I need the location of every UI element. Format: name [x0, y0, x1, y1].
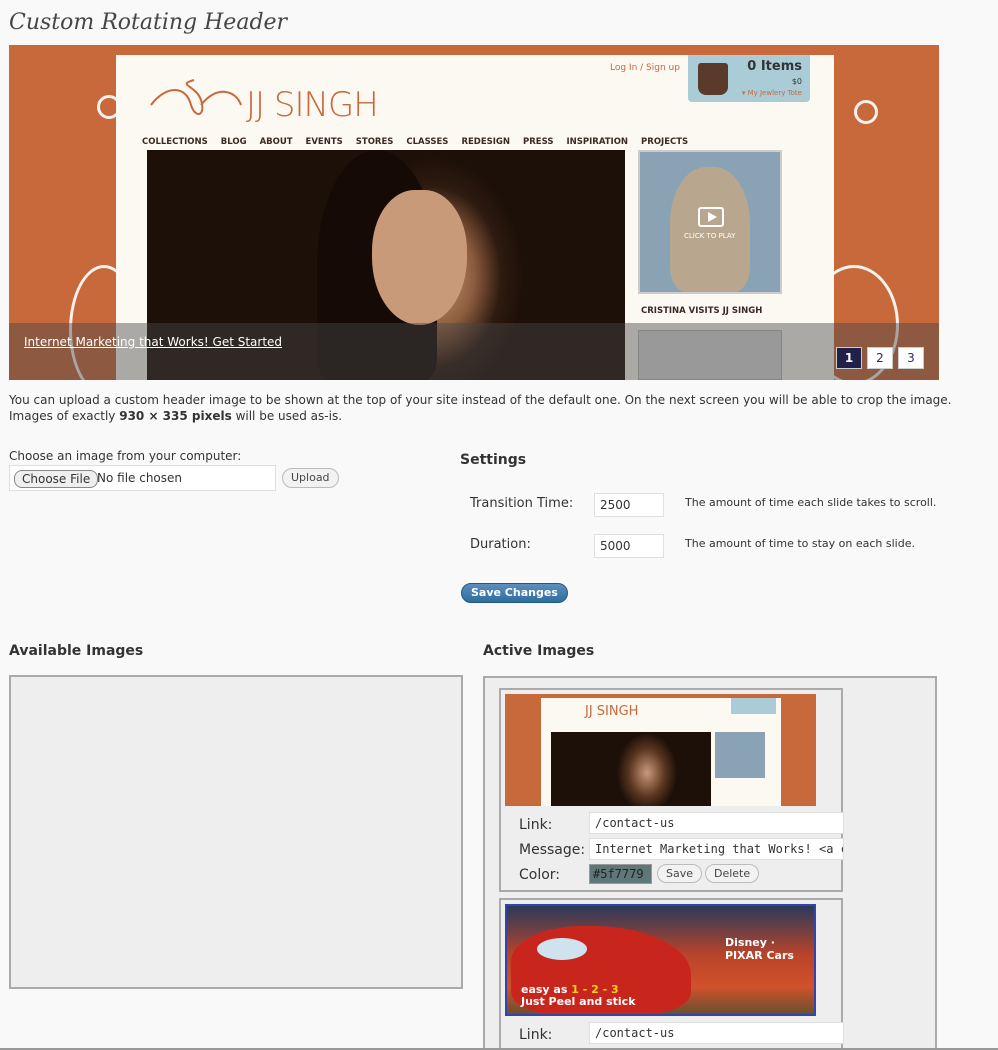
intro-line-2-post: will be used as-is.	[231, 409, 343, 423]
nav-item[interactable]: CLASSES	[406, 137, 448, 147]
save-button[interactable]: Save	[657, 864, 703, 883]
cart-amount: $0	[791, 77, 802, 86]
transition-time-label: Transition Time:	[470, 496, 574, 511]
duration-input[interactable]: 5000	[594, 534, 664, 558]
video-caption: CRISTINA VISITS JJ SINGH	[641, 306, 763, 316]
duration-label: Duration:	[470, 537, 531, 552]
upload-button[interactable]: Upload	[282, 468, 339, 488]
site-logo: JJ SINGH	[246, 85, 379, 125]
intro-line-1: You can upload a custom header image to …	[9, 393, 952, 407]
nav-item[interactable]: BLOG	[221, 137, 247, 147]
message-input[interactable]: Internet Marketing that Works! <a class=…	[589, 838, 844, 860]
active-images-list[interactable]: JJ SINGH Link: /contact-us Message: Inte…	[483, 676, 937, 1050]
color-input[interactable]: #5f7779	[589, 864, 652, 884]
transition-time-help: The amount of time each slide takes to s…	[685, 496, 937, 509]
image-thumbnail[interactable]: JJ SINGH	[505, 694, 816, 806]
thumb-car-windshield	[537, 938, 587, 960]
intro-dimensions: 930 × 335 pixels	[119, 409, 232, 423]
message-label: Message:	[519, 842, 586, 858]
pager-button-2[interactable]: 2	[867, 347, 893, 369]
available-images-list[interactable]	[9, 675, 463, 989]
nav-item[interactable]: EVENTS	[306, 137, 343, 147]
active-image-card[interactable]: Disney · PIXAR Cars easy as 1 - 2 - 3 Ju…	[499, 898, 844, 1050]
link-input[interactable]: /contact-us	[589, 1022, 844, 1044]
link-input[interactable]: /contact-us	[589, 812, 844, 834]
page-title: Custom Rotating Header	[9, 10, 288, 35]
play-icon	[698, 207, 724, 227]
site-nav: COLLECTIONS BLOG ABOUT EVENTS STORES CLA…	[142, 137, 688, 147]
upload-intro: You can upload a custom header image to …	[9, 392, 959, 424]
thumb-brand: Disney · PIXAR Cars	[725, 936, 794, 962]
available-images-title: Available Images	[9, 643, 144, 659]
active-image-card[interactable]: JJ SINGH Link: /contact-us Message: Inte…	[499, 688, 844, 892]
video-thumbnail[interactable]: CLICK TO PLAY	[638, 150, 782, 294]
intro-line-2-pre: Images of exactly	[9, 409, 120, 423]
thumb-hero	[551, 732, 711, 806]
cart-items: 0 Items	[747, 59, 802, 74]
thumb-tagline: easy as 1 - 2 - 3 Just Peel and stick	[521, 984, 636, 1008]
settings-title: Settings	[460, 452, 527, 468]
message-bar	[9, 323, 939, 380]
duration-help: The amount of time to stay on each slide…	[685, 537, 915, 550]
message-link[interactable]: Internet Marketing that Works! Get Start…	[24, 335, 282, 349]
link-label: Link:	[519, 817, 553, 833]
login-link[interactable]: Log In / Sign up	[610, 63, 680, 73]
tote-bag-icon	[698, 63, 728, 95]
nav-item[interactable]: PRESS	[523, 137, 553, 147]
color-label: Color:	[519, 867, 561, 883]
file-input[interactable]: Choose File No file chosen	[9, 465, 276, 491]
logo-flourish-icon	[150, 79, 242, 115]
nav-item[interactable]: REDESIGN	[461, 137, 510, 147]
nav-item[interactable]: PROJECTS	[641, 137, 688, 147]
delete-button[interactable]: Delete	[705, 864, 760, 883]
save-changes-button[interactable]: Save Changes	[461, 583, 568, 603]
pager-button-3[interactable]: 3	[898, 347, 924, 369]
thumb-side	[715, 732, 765, 778]
file-status: No file chosen	[97, 471, 183, 485]
link-label: Link:	[519, 1027, 553, 1043]
decorative-swirl	[854, 100, 878, 124]
thumb-logo: JJ SINGH	[585, 704, 639, 719]
transition-time-input[interactable]: 2500	[594, 493, 664, 517]
video-label: CLICK TO PLAY	[684, 232, 736, 240]
thumb-tagline-2: Just Peel and stick	[521, 995, 636, 1008]
choose-file-button[interactable]: Choose File	[14, 470, 99, 488]
nav-item[interactable]: ABOUT	[260, 137, 293, 147]
hero-face	[372, 190, 467, 325]
active-images-title: Active Images	[483, 643, 595, 659]
nav-item[interactable]: STORES	[356, 137, 394, 147]
thumb-cart	[731, 698, 776, 714]
thumb-site: JJ SINGH	[541, 698, 781, 806]
choose-image-label: Choose an image from your computer:	[9, 449, 242, 463]
video-person	[670, 167, 750, 292]
nav-item[interactable]: INSPIRATION	[566, 137, 628, 147]
slide-pager: 1 2 3	[836, 347, 924, 369]
image-thumbnail[interactable]: Disney · PIXAR Cars easy as 1 - 2 - 3 Ju…	[505, 904, 816, 1016]
pager-button-1[interactable]: 1	[836, 347, 862, 369]
cart-widget[interactable]: 0 Items $0 ▾ My Jewlery Tote	[688, 55, 810, 102]
header-preview: JJ SINGH Log In / Sign up 0 Items $0 ▾ M…	[9, 45, 939, 380]
nav-item[interactable]: COLLECTIONS	[142, 137, 208, 147]
cart-tote-link[interactable]: ▾ My Jewlery Tote	[742, 89, 802, 97]
